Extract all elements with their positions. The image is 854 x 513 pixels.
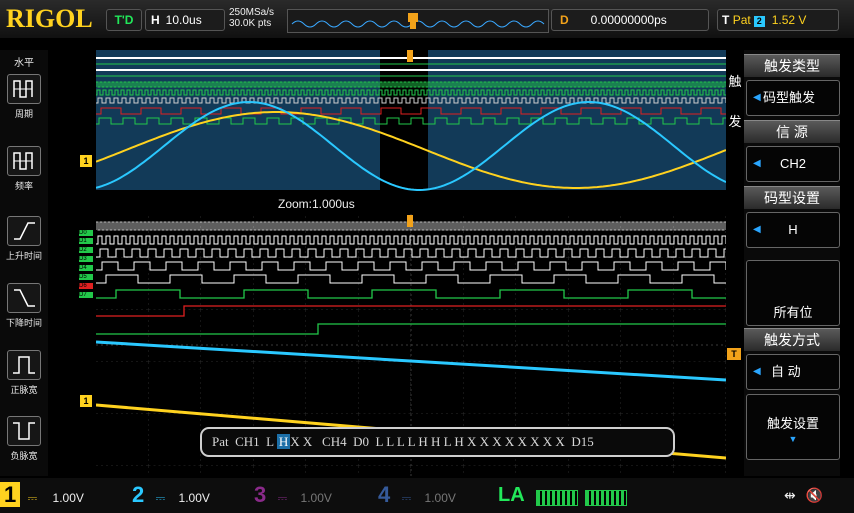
left-measure-menu: 水平 周期 频率 上升时间 下降时间 正脉宽 负脉宽 [0,50,48,476]
horizontal-value: 10.0us [165,13,202,27]
all-bits-button[interactable]: 所有位 [746,260,840,326]
left-menu-label-negative-width: 负脉宽 [10,451,38,461]
trigger-level-marker[interactable]: T [727,348,741,360]
waveform-display[interactable] [82,50,727,476]
trigger-side-label: 触发 [728,74,742,129]
chevron-down-icon: ▼ [788,434,798,444]
left-menu-title: 水平 [14,58,34,69]
trigger-settings-button[interactable]: 触发设置 ▼ [746,394,840,460]
period-icon[interactable] [7,74,41,104]
trigger-type-select[interactable]: ◀ 码型触发 [746,80,840,116]
dc-coupling-icon: ⎓ [27,491,38,505]
waveform-overview[interactable] [287,9,549,33]
right-trigger-menu: 触发类型 ◀ 码型触发 信 源 ◀ CH2 码型设置 ◀ H 所有位 触发方式 ◀ 自 … [744,50,840,476]
trigger-source-badge: 2 [753,16,765,27]
pattern-value: H [788,222,798,237]
horizontal-key: H [151,13,160,27]
left-menu-label-rise-time: 上升时间 [5,251,42,261]
rise-time-icon[interactable] [7,216,41,246]
la-bits-low-icon [536,489,579,506]
trigger-mode-select[interactable]: ◀ 自 动 [746,354,840,390]
trigger-level: 1.52 V [771,13,807,27]
marker-d1: D1 [79,238,93,244]
delay-value: 0.00000000ps [590,13,667,27]
marker-d0: D0 [79,230,93,236]
channel-1-tab[interactable]: 1 ⎓ 1.00V [0,481,128,509]
positive-width-icon[interactable] [7,350,41,380]
left-arrow-icon: ◀ [753,158,761,169]
channel-2-tab[interactable]: 2 ⎓ 1.00V [132,481,252,509]
pattern-suffix: X X CH4 D0 L L L L H H L H X X X X X X X… [290,434,594,449]
channel-4-number: 4 [378,482,391,507]
source-select[interactable]: ◀ CH2 [746,146,840,182]
pattern-status-bar: Pat CH1 L HX X CH4 D0 L L L L H H L H X … [200,427,675,457]
sample-info: 250MSa/s 30.0K pts [229,7,274,29]
ch1-offset-marker[interactable]: 1 [80,395,92,407]
run-mode-indicator[interactable]: T'D [106,9,142,31]
channel-status-bar: 1 ⎓ 1.00V 2 ⎓ 1.00V 3 ⎓ 1.00V 4 ⎓ 1.00V … [0,478,854,513]
trigger-key: T [722,13,730,27]
left-arrow-icon: ◀ [753,366,761,377]
marker-d3: D3 [79,256,93,262]
all-bits-label: 所有位 [773,305,813,320]
marker-d7: D7 [79,292,93,298]
marker-d6: D6 [79,283,93,289]
dc-coupling-icon: ⎓ [401,491,412,505]
dc-coupling-icon: ⎓ [155,491,166,505]
system-status-icons: ⇹ 🔇 [784,481,844,509]
overview-waveform [291,13,545,29]
delay-key: D [560,13,569,27]
usb-icon: ⇹ [784,487,796,503]
channel-3-tab[interactable]: 3 ⎓ 1.00V [254,481,374,509]
channel-3-scale: 1.00V [300,491,332,505]
menu-header-trigger-type: 触发类型 [744,54,840,77]
channel-4-tab[interactable]: 4 ⎓ 1.00V [378,481,496,509]
pattern-prefix: Pat CH1 L [212,434,277,449]
sound-mute-icon[interactable]: 🔇 [806,487,823,503]
delay-display[interactable]: D 0.00000000ps [551,9,709,31]
menu-header-trigger-mode: 触发方式 [744,328,840,351]
la-label: LA [498,484,525,506]
channel-2-number: 2 [132,482,145,507]
trigger-type: Pat [732,13,751,27]
channel-4-scale: 1.00V [424,491,456,505]
menu-header-pattern: 码型设置 [744,186,840,209]
digital-channel-markers: D0 D1 D2 D3 D4 D5 D6 D7 [79,230,95,298]
sample-rate: 250MSa/s [229,7,275,18]
pattern-select[interactable]: ◀ H [746,212,840,248]
trigger-settings-label: 触发设置 [766,416,819,431]
channel-1-scale: 1.00V [52,491,84,505]
dc-coupling-icon: ⎓ [277,491,288,505]
trigger-type-value: 码型触发 [763,90,816,105]
negative-width-icon[interactable] [7,416,41,446]
menu-header-source: 信 源 [744,120,840,143]
frequency-icon[interactable] [7,146,41,176]
la-bits-high-icon [585,489,628,506]
memory-depth: 30.0K pts [229,18,272,29]
marker-d2: D2 [79,247,93,253]
zoom-label: Zoom:1.000us [278,197,355,211]
left-arrow-icon: ◀ [753,224,761,235]
left-arrow-icon: ◀ [753,92,761,103]
rigol-logo: RIGOL [6,4,93,33]
marker-d5: D5 [79,274,93,280]
left-menu-label-frequency: 频率 [14,181,33,191]
left-menu-label-positive-width: 正脉宽 [10,385,38,395]
horizontal-timebase[interactable]: H 10.0us [145,9,225,31]
left-menu-label-period: 周期 [14,109,33,119]
channel-1-number: 1 [0,482,21,507]
trigger-mode-value: 自 动 [771,364,801,379]
waveform-canvas [82,50,727,476]
pattern-highlight: H [276,434,291,449]
channel-3-number: 3 [254,482,267,507]
logic-analyzer-tab[interactable]: LA [498,481,648,509]
ch1-overview-marker[interactable]: 1 [80,155,92,167]
left-menu-label-fall-time: 下降时间 [5,318,42,328]
channel-2-scale: 1.00V [178,491,210,505]
trigger-display[interactable]: T Pat 2 1.52 V [717,9,839,31]
marker-d4: D4 [79,265,93,271]
source-value: CH2 [779,156,806,171]
fall-time-icon[interactable] [7,283,41,313]
